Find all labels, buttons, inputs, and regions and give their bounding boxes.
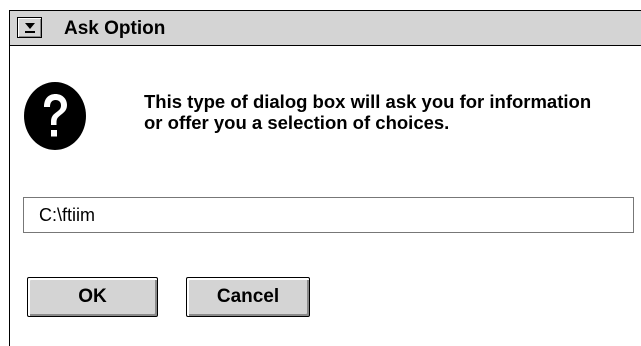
system-menu-button[interactable] (17, 17, 42, 38)
title-bar: Ask Option (10, 11, 641, 46)
question-icon (23, 81, 87, 151)
ask-option-dialog: Ask Option This type of dialog box will … (9, 10, 641, 346)
ok-button[interactable]: OK (27, 277, 158, 317)
path-input[interactable]: C:\ftiim (23, 197, 634, 233)
system-menu-arrow-icon (25, 23, 35, 33)
path-input-value[interactable]: C:\ftiim (39, 205, 95, 225)
cancel-button[interactable]: Cancel (186, 277, 310, 317)
dialog-message: This type of dialog box will ask you for… (144, 91, 592, 133)
window-title: Ask Option (64, 18, 166, 39)
